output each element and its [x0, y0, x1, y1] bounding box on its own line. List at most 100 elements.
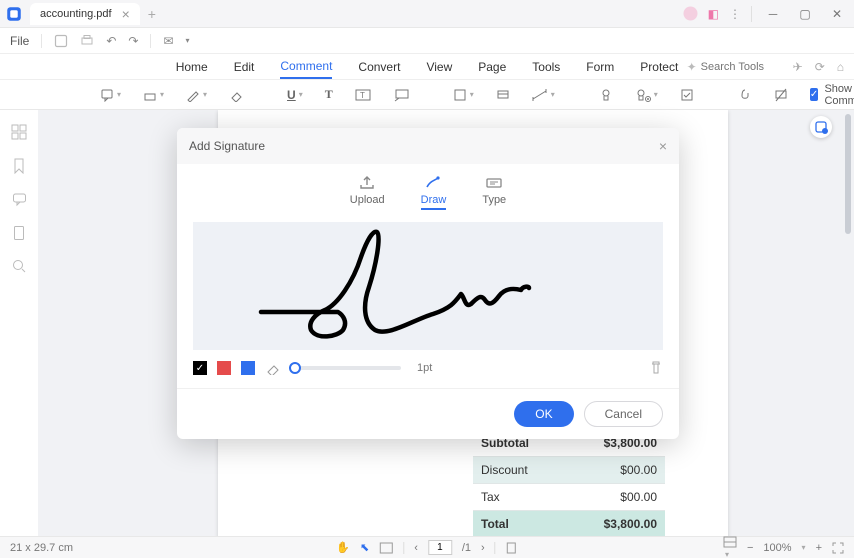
undo-icon[interactable]: ↶	[106, 34, 116, 48]
text-tool[interactable]: T	[325, 87, 333, 102]
close-window-button[interactable]: ✕	[826, 3, 848, 25]
quickbar: File ↶ ↷ ✉ ▾	[0, 28, 854, 54]
page-dimensions: 21 x 29.7 cm	[10, 542, 73, 554]
eraser-icon[interactable]	[265, 361, 281, 375]
maximize-button[interactable]: ▢	[794, 3, 816, 25]
menu-tools[interactable]: Tools	[532, 56, 560, 78]
stamp-tool[interactable]	[496, 88, 510, 102]
signature-canvas[interactable]	[193, 222, 663, 350]
approve-tool[interactable]	[680, 88, 694, 102]
menu-page[interactable]: Page	[478, 56, 506, 78]
redo-icon[interactable]: ↷	[128, 34, 138, 48]
prev-page-icon[interactable]: ‹	[414, 542, 418, 554]
cancel-button[interactable]: Cancel	[584, 401, 663, 427]
color-black[interactable]: ✓	[193, 361, 207, 375]
modal-close-icon[interactable]: ×	[659, 138, 667, 154]
file-menu-label[interactable]: File	[10, 34, 29, 48]
document-tab[interactable]: accounting.pdf ×	[30, 3, 140, 25]
print-icon[interactable]	[80, 34, 94, 48]
zoom-in-icon[interactable]: +	[816, 542, 822, 554]
titlebar: accounting.pdf × + ◧ ⋮ ─ ▢ ✕	[0, 0, 854, 28]
user-avatar-icon[interactable]	[683, 6, 698, 21]
comment-panel-icon[interactable]	[12, 192, 27, 207]
select-tool-icon[interactable]: ⬉	[360, 541, 369, 554]
bookmark-icon[interactable]	[12, 158, 26, 174]
page-total: /1	[462, 542, 471, 554]
color-blue[interactable]	[241, 361, 255, 375]
delete-signature-icon[interactable]	[649, 360, 663, 376]
search-input[interactable]	[701, 61, 781, 73]
menu-form[interactable]: Form	[586, 56, 614, 78]
kebab-menu-icon[interactable]: ⋮	[729, 7, 741, 21]
minimize-button[interactable]: ─	[762, 3, 784, 25]
home-icon[interactable]: ⌂	[837, 60, 844, 74]
floating-assist-icon[interactable]	[810, 116, 832, 138]
modal-title: Add Signature	[189, 139, 265, 153]
fullscreen-icon[interactable]	[832, 542, 844, 554]
save-icon[interactable]	[54, 34, 68, 48]
main-menu: Home Edit Comment Convert View Page Tool…	[0, 54, 854, 80]
read-mode-icon[interactable]	[379, 542, 393, 554]
signature-tool[interactable]: ▾	[635, 88, 658, 102]
attachment-tool[interactable]	[738, 88, 752, 102]
attachment-panel-icon[interactable]	[12, 225, 26, 241]
stamp-custom-tool[interactable]	[599, 88, 613, 102]
vertical-scrollbar[interactable]	[845, 114, 851, 234]
callout-tool[interactable]	[393, 88, 409, 102]
sig-tab-label: Type	[482, 194, 506, 206]
measure-tool[interactable]: ▾	[532, 88, 555, 102]
sig-tab-type[interactable]: Type	[482, 174, 506, 210]
color-red[interactable]	[217, 361, 231, 375]
divider	[751, 6, 752, 22]
signature-options: ✓ 1pt	[177, 360, 679, 388]
divider	[495, 542, 496, 554]
hide-comments-tool[interactable]	[774, 88, 788, 102]
left-sidebar	[0, 110, 38, 536]
shape-tool[interactable]: ▾	[453, 88, 474, 102]
pencil-tool[interactable]: ▾	[186, 88, 207, 102]
tab-close-icon[interactable]: ×	[122, 7, 130, 21]
single-page-icon[interactable]	[506, 542, 518, 554]
sig-tab-draw[interactable]: Draw	[421, 174, 447, 210]
invoice-summary: Subtotal $3,800.00 Discount $00.00 Tax $…	[473, 436, 665, 536]
thumbnails-icon[interactable]	[11, 124, 27, 140]
tab-add-icon[interactable]: +	[148, 6, 156, 22]
cloud-icon[interactable]: ⟳	[815, 60, 825, 74]
highlight-tool[interactable]: ▾	[143, 88, 164, 102]
menu-protect[interactable]: Protect	[640, 56, 678, 78]
divider	[403, 542, 404, 554]
menu-view[interactable]: View	[426, 56, 452, 78]
textbox-tool[interactable]: T	[355, 88, 371, 102]
zoom-out-icon[interactable]: −	[747, 542, 753, 554]
hand-tool-icon[interactable]: ✋	[336, 541, 350, 554]
menu-home[interactable]: Home	[176, 56, 208, 78]
app-logo-icon	[0, 0, 28, 28]
modal-header: Add Signature ×	[177, 128, 679, 164]
search-tools[interactable]: ✦	[687, 60, 781, 74]
ok-button[interactable]: OK	[514, 401, 573, 427]
fit-view-icon[interactable]: ▾	[723, 536, 737, 560]
menu-comment[interactable]: Comment	[280, 55, 332, 79]
sig-tab-upload[interactable]: Upload	[350, 174, 385, 210]
checkbox-checked-icon: ✓	[810, 88, 819, 101]
thickness-slider[interactable]	[291, 366, 401, 370]
page-number-input[interactable]	[428, 540, 452, 555]
mail-caret-icon[interactable]: ▾	[186, 36, 190, 45]
mail-icon[interactable]: ✉	[163, 34, 173, 48]
menu-edit[interactable]: Edit	[234, 56, 255, 78]
sig-tab-label: Upload	[350, 194, 385, 206]
menu-convert[interactable]: Convert	[358, 56, 400, 78]
invoice-row-discount: Discount $00.00	[473, 456, 665, 483]
titlebar-right: ◧ ⋮ ─ ▢ ✕	[683, 3, 854, 25]
label: Discount	[481, 463, 528, 477]
show-comment-toggle[interactable]: ✓ Show Comment	[810, 83, 854, 107]
next-page-icon[interactable]: ›	[481, 542, 485, 554]
share-icon[interactable]: ✈	[793, 60, 803, 74]
search-panel-icon[interactable]	[12, 259, 27, 274]
eraser-tool[interactable]	[229, 88, 243, 102]
slider-thumb[interactable]	[289, 362, 301, 374]
note-tool[interactable]: ▾	[100, 88, 121, 102]
invoice-row-tax: Tax $00.00	[473, 483, 665, 510]
underline-tool[interactable]: U▾	[287, 88, 303, 102]
notification-icon[interactable]: ◧	[708, 7, 719, 21]
